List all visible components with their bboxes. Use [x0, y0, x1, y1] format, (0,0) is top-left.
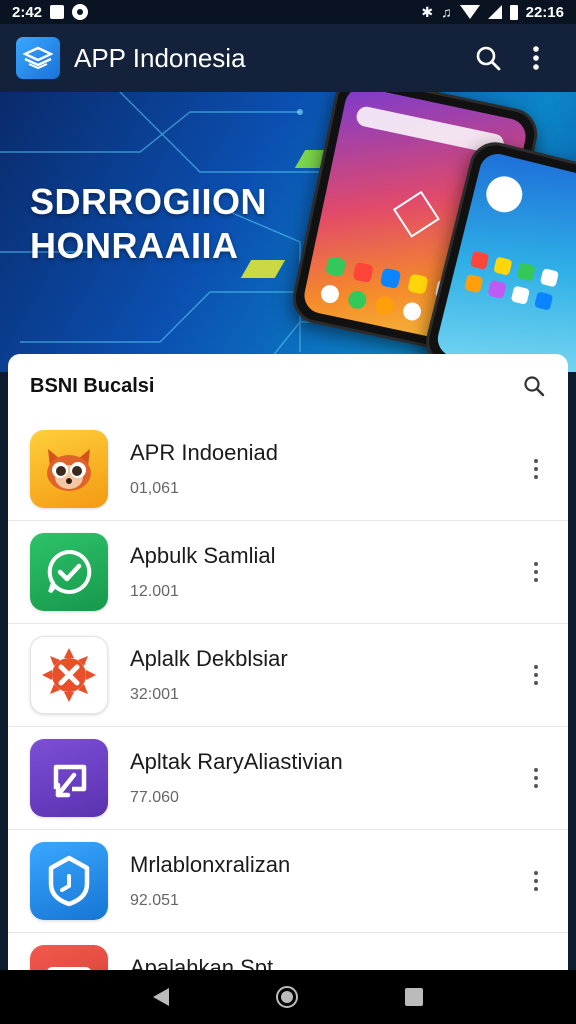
app-name: Apltak RaryAliastivian [130, 749, 343, 774]
list-item[interactable]: Mrlablonxralizan 92.051 [8, 830, 568, 933]
back-icon[interactable] [153, 988, 170, 1006]
app-name: Mrlablonxralizan [130, 852, 291, 877]
overflow-menu-button[interactable] [512, 34, 560, 82]
app-meta: 92.051 [130, 892, 179, 909]
notification-dot-icon [72, 4, 89, 20]
more-vertical-icon [534, 871, 538, 891]
raccoon-icon [30, 430, 108, 508]
app-name: Aplalk Dekblsiar [130, 646, 288, 671]
app-list-card: BSNI Bucalsi APR Indoeniad 01,061 Apbulk… [8, 354, 568, 970]
list-item[interactable]: APR Indoeniad 01,061 [8, 418, 568, 521]
item-more-button[interactable] [514, 756, 558, 800]
home-icon[interactable] [275, 986, 298, 1008]
mail-icon [30, 945, 108, 970]
more-vertical-icon [533, 46, 539, 70]
banner-heading: SDRROGIION HONRAAIIA [30, 181, 268, 266]
signal-icon [487, 5, 502, 19]
item-more-button[interactable] [514, 550, 558, 594]
list-item[interactable]: Apbulk Samlial 12.001 [8, 521, 568, 624]
wifi-icon [459, 5, 480, 19]
app-name: APR Indoeniad [130, 440, 278, 465]
more-vertical-icon [534, 768, 538, 788]
gear-x-icon [30, 636, 108, 714]
shield-clock-icon [30, 842, 108, 920]
notification-icon [50, 5, 65, 19]
recent-apps-icon[interactable] [404, 988, 423, 1006]
item-more-button[interactable] [514, 447, 558, 491]
item-more-button[interactable] [514, 859, 558, 903]
system-nav-bar [0, 970, 576, 1024]
app-meta: 01,061 [130, 480, 179, 497]
share-arrow-icon [30, 739, 108, 817]
chat-check-icon [30, 533, 108, 611]
more-vertical-icon [534, 459, 538, 479]
app-name: Apbulk Samlial [130, 543, 276, 568]
more-vertical-icon [534, 562, 538, 582]
list-item[interactable]: Aplalk Dekblsiar 32:001 [8, 624, 568, 727]
app-logo-icon [16, 37, 60, 79]
vibrate-icon: ♫ [441, 4, 452, 20]
list-header: BSNI Bucalsi [8, 354, 568, 418]
app-meta: 12.001 [130, 583, 179, 600]
bluetooth-icon: ✱ [421, 3, 434, 20]
list-search-button[interactable] [514, 366, 554, 406]
list-item[interactable]: Apalahkan Spt [8, 933, 568, 970]
more-vertical-icon [534, 665, 538, 685]
app-meta: 77.060 [130, 789, 179, 806]
promo-banner[interactable]: SDRROGIION HONRAAIIA [0, 92, 576, 372]
list-item[interactable]: Apltak RaryAliastivian 77.060 [8, 727, 568, 830]
search-icon [524, 376, 545, 397]
search-button[interactable] [464, 34, 512, 82]
app-title: APP Indonesia [74, 42, 246, 73]
app-emblem-icon [392, 190, 440, 238]
app-bar: APP Indonesia [0, 24, 576, 92]
status-time-right: 22:16 [525, 3, 564, 21]
status-time-left: 2:42 [12, 3, 43, 21]
status-bar: 2:42 ✱ ♫ 22:16 [0, 0, 576, 24]
list-title: BSNI Bucalsi [30, 374, 155, 397]
item-more-button[interactable] [514, 653, 558, 697]
app-name: Apalahkan Spt [130, 955, 274, 970]
search-icon [476, 46, 501, 71]
battery-icon [509, 4, 518, 20]
app-meta: 32:001 [130, 686, 179, 703]
